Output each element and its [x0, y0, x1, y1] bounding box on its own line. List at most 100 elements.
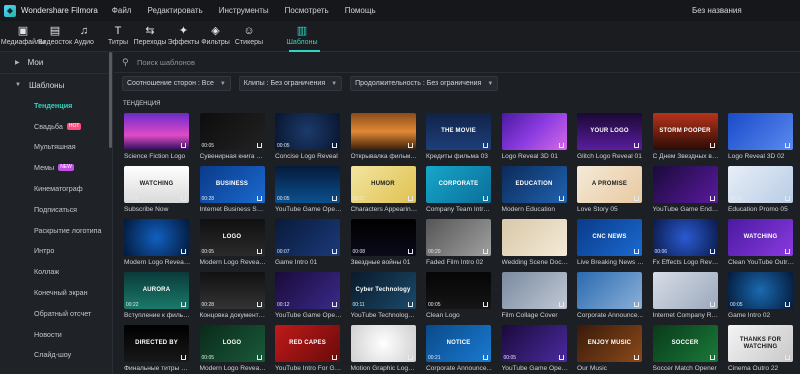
- template-card[interactable]: DIRECTED BY Финальные титры ф...: [124, 325, 191, 372]
- template-card[interactable]: Cyber Technology 00:11 YouTube Technology …: [350, 272, 418, 319]
- template-card[interactable]: CORPORATE Company Team Introd...: [426, 166, 493, 213]
- tab-effects[interactable]: ✦ Эффекты: [166, 21, 201, 52]
- template-thumbnail[interactable]: CORPORATE: [426, 166, 491, 203]
- template-thumbnail[interactable]: DIRECTED BY: [124, 325, 189, 362]
- template-thumbnail[interactable]: AURORA 00:22: [124, 272, 189, 309]
- download-icon[interactable]: [558, 355, 564, 360]
- template-thumbnail[interactable]: SOCCER: [652, 325, 718, 362]
- template-thumbnail[interactable]: [652, 272, 718, 309]
- download-icon[interactable]: [407, 302, 413, 307]
- template-card[interactable]: A PROMISE Love Story 05: [577, 166, 644, 213]
- template-card[interactable]: Wedding Scene Docu...: [501, 219, 569, 266]
- sidebar-category-item[interactable]: Конечный экран: [0, 282, 112, 303]
- download-icon[interactable]: [558, 196, 564, 201]
- template-card[interactable]: BUSINESS 00:28 Internet Business Sum...: [199, 166, 267, 213]
- template-thumbnail[interactable]: [501, 219, 567, 256]
- template-card[interactable]: WATCHING 00:05 Subscribe Now: [124, 166, 191, 213]
- download-icon[interactable]: [558, 249, 564, 254]
- template-thumbnail[interactable]: HUMOR 00:07: [350, 166, 416, 203]
- template-card[interactable]: Science Fiction Logo: [124, 113, 191, 160]
- download-icon[interactable]: [785, 355, 790, 360]
- download-icon[interactable]: [483, 302, 488, 307]
- template-card[interactable]: 00:28 Концовка документа...: [199, 272, 267, 319]
- download-icon[interactable]: [709, 355, 715, 360]
- tab-filter[interactable]: ◈ Фильтры: [198, 21, 233, 52]
- download-icon[interactable]: [709, 249, 715, 254]
- template-thumbnail[interactable]: 00:06: [652, 219, 718, 256]
- menu-view[interactable]: Посмотреть: [285, 6, 329, 15]
- sidebar-category-item[interactable]: Кинематограф: [0, 178, 112, 199]
- template-thumbnail[interactable]: [728, 113, 793, 150]
- template-card[interactable]: AURORA 00:22 Вступление к фильм...: [124, 272, 191, 319]
- template-card[interactable]: ENJOY MUSIC Our Music: [577, 325, 644, 372]
- template-thumbnail[interactable]: BUSINESS 00:28: [199, 166, 265, 203]
- download-icon[interactable]: [483, 143, 488, 148]
- download-icon[interactable]: [634, 302, 639, 307]
- template-card[interactable]: 00:05 Сувенирная книга дл...: [199, 113, 267, 160]
- template-thumbnail[interactable]: RED CAPES: [275, 325, 340, 362]
- template-thumbnail[interactable]: 00:23: [728, 166, 793, 203]
- sidebar-category-item[interactable]: Раскрытие логотипа: [0, 220, 112, 241]
- download-icon[interactable]: [785, 196, 790, 201]
- template-card[interactable]: YouTube Game End Sc...: [652, 166, 720, 213]
- sidebar-category-item[interactable]: Коллаж: [0, 261, 112, 282]
- tab-template[interactable]: ▥ Шаблоны: [283, 21, 321, 52]
- template-card[interactable]: Logo Reveal 3D 01: [501, 113, 569, 160]
- template-thumbnail[interactable]: 00:08: [350, 219, 416, 256]
- template-thumbnail[interactable]: Cyber Technology 00:11: [350, 272, 416, 309]
- tab-stock-video[interactable]: ▤ Видеосток: [36, 21, 74, 52]
- template-thumbnail[interactable]: [350, 325, 416, 362]
- template-thumbnail[interactable]: 00:05: [501, 325, 567, 362]
- tab-text[interactable]: T Титры: [105, 21, 131, 52]
- download-icon[interactable]: [407, 196, 413, 201]
- download-icon[interactable]: [709, 143, 715, 148]
- sidebar-category-item[interactable]: Подписаться: [0, 199, 112, 220]
- download-icon[interactable]: [332, 143, 337, 148]
- download-icon[interactable]: [407, 143, 413, 148]
- download-icon[interactable]: [256, 143, 262, 148]
- template-card[interactable]: 00:05 Concise Logo Reveal: [275, 113, 342, 160]
- tab-sticker[interactable]: ☺ Стикеры: [232, 21, 266, 52]
- sidebar-scrollbar[interactable]: [109, 52, 112, 148]
- download-icon[interactable]: [634, 355, 639, 360]
- sidebar-item-templates[interactable]: ▼ Шаблоны: [0, 75, 112, 95]
- tab-music[interactable]: ♫ Аудио: [70, 21, 98, 52]
- template-thumbnail[interactable]: [577, 272, 642, 309]
- download-icon[interactable]: [634, 196, 639, 201]
- search-input[interactable]: Поиск шаблонов: [137, 58, 195, 67]
- template-thumbnail[interactable]: [652, 166, 718, 203]
- template-card[interactable]: 00:07 Game Intro 01: [275, 219, 342, 266]
- download-icon[interactable]: [256, 249, 262, 254]
- template-card[interactable]: Film Collage Cover: [501, 272, 569, 319]
- template-card[interactable]: STORM POOPER С Днем Звездных войн: [652, 113, 720, 160]
- template-thumbnail[interactable]: 00:05: [199, 113, 265, 150]
- download-icon[interactable]: [483, 249, 488, 254]
- template-thumbnail[interactable]: CNC NEWS: [577, 219, 642, 256]
- template-thumbnail[interactable]: 00:12: [275, 272, 340, 309]
- download-icon[interactable]: [332, 355, 337, 360]
- sidebar-category-item[interactable]: Новости: [0, 324, 112, 345]
- template-card[interactable]: LOGO 00:05 Modern Logo Reveal 09: [199, 219, 267, 266]
- template-thumbnail[interactable]: 00:05: [275, 113, 340, 150]
- template-card[interactable]: YOUR LOGO Glitch Logo Reveal 01: [577, 113, 644, 160]
- template-card[interactable]: Открывалка фильма ...: [350, 113, 418, 160]
- download-icon[interactable]: [785, 249, 790, 254]
- download-icon[interactable]: [332, 302, 337, 307]
- sidebar-category-item[interactable]: Мультяшная: [0, 137, 112, 158]
- template-card[interactable]: LOGO 00:05 Modern Logo Reveal 15: [199, 325, 267, 372]
- download-icon[interactable]: [785, 143, 790, 148]
- download-icon[interactable]: [181, 196, 186, 201]
- download-icon[interactable]: [181, 143, 186, 148]
- clips-filter[interactable]: Клипы : Без ограничения ▼: [238, 76, 343, 91]
- template-thumbnail[interactable]: 00:20: [426, 219, 491, 256]
- download-icon[interactable]: [332, 249, 337, 254]
- sidebar-category-item[interactable]: Свадьба HOT: [0, 116, 112, 137]
- download-icon[interactable]: [709, 196, 715, 201]
- template-thumbnail[interactable]: [501, 113, 567, 150]
- download-icon[interactable]: [407, 355, 413, 360]
- template-card[interactable]: EDUCATION Modern Education: [501, 166, 569, 213]
- template-thumbnail[interactable]: LOGO 00:05: [199, 219, 265, 256]
- template-card[interactable]: 00:20 Faded Film Intro 02: [426, 219, 493, 266]
- tab-media[interactable]: ▣ Медиафайлы: [1, 21, 45, 52]
- template-card[interactable]: 00:06 Fx Effects Logo Reveal: [652, 219, 720, 266]
